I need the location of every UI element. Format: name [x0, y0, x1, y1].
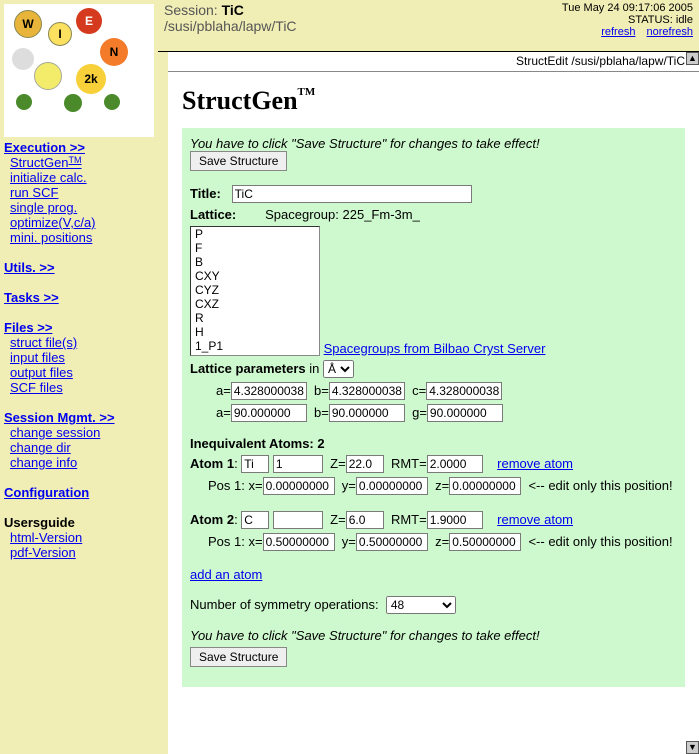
list-item[interactable]: CYZ	[191, 283, 319, 297]
atom1-y-input[interactable]	[356, 477, 428, 495]
atom2-x-input[interactable]	[263, 533, 335, 551]
nav-struct-files[interactable]: struct file(s)	[10, 335, 77, 350]
bilbao-link[interactable]: Spacegroups from Bilbao Cryst Server	[324, 341, 546, 356]
remove-atom1-link[interactable]: remove atom	[497, 456, 573, 471]
nav-structgen[interactable]: StructGenTM	[10, 155, 82, 170]
lattice-label: Lattice:	[190, 207, 236, 222]
nav-input-files[interactable]: input files	[10, 350, 65, 365]
symop-label: Number of symmetry operations:	[190, 597, 379, 612]
nav-change-info[interactable]: change info	[10, 455, 77, 470]
logo: W I E N 2k	[4, 4, 154, 137]
atom1-rmt-input[interactable]	[427, 455, 483, 473]
page-title: StructGenTM	[182, 86, 685, 116]
scroll-down-icon[interactable]: ▼	[686, 741, 699, 754]
refresh-link[interactable]: refresh	[601, 26, 635, 38]
atom1-label: Atom 1	[190, 456, 234, 471]
nav-output-files[interactable]: output files	[10, 365, 73, 380]
datetime: Tue May 24 09:17:06 2005	[562, 2, 693, 14]
lattice-listbox[interactable]: P F B CXY CYZ CXZ R H 1_P1	[190, 226, 320, 356]
nav-pdf-version[interactable]: pdf-Version	[10, 545, 76, 560]
symop-select[interactable]: 48	[386, 596, 456, 614]
notice-bottom: You have to click "Save Structure" for c…	[190, 628, 677, 643]
nav-scf-files[interactable]: SCF files	[10, 380, 63, 395]
nav-html-version[interactable]: html-Version	[10, 530, 82, 545]
nav-runscf[interactable]: run SCF	[10, 185, 58, 200]
atom2-num-input[interactable]	[273, 511, 323, 529]
nav-optimize[interactable]: optimize(V,c/a)	[10, 215, 96, 230]
nav-change-dir[interactable]: change dir	[10, 440, 71, 455]
sg-value: 225_Fm-3m_	[343, 207, 420, 222]
atom1-symbol-input[interactable]	[241, 455, 269, 473]
atom2-symbol-input[interactable]	[241, 511, 269, 529]
a-input[interactable]	[231, 382, 307, 400]
list-item[interactable]: P	[191, 227, 319, 241]
scroll-up-icon[interactable]: ▲	[686, 52, 699, 65]
list-item[interactable]: 1_P1	[191, 339, 319, 353]
breadcrumb: StructEdit /susi/pblaha/lapw/TiC	[168, 52, 699, 72]
nav-utils[interactable]: Utils. >>	[4, 260, 55, 275]
latparam-label: Lattice parameters	[190, 361, 306, 376]
form-panel: You have to click "Save Structure" for c…	[182, 128, 685, 687]
sg-label: Spacegroup:	[265, 207, 339, 222]
atom2-label: Atom 2	[190, 512, 234, 527]
nav-usersguide-label: Usersguide	[4, 515, 75, 530]
atom1-zpos-input[interactable]	[449, 477, 521, 495]
session-name: TiC	[222, 2, 244, 18]
title-input[interactable]	[232, 185, 472, 203]
list-item[interactable]: H	[191, 325, 319, 339]
add-atom-link[interactable]: add an atom	[190, 567, 262, 582]
nav-files[interactable]: Files >>	[4, 320, 52, 335]
list-item[interactable]: CXZ	[191, 297, 319, 311]
gamma-input[interactable]	[427, 404, 503, 422]
atom2-y-input[interactable]	[356, 533, 428, 551]
nav-execution[interactable]: Execution >>	[4, 140, 85, 155]
save-button-top[interactable]: Save Structure	[190, 151, 287, 171]
atom2-rmt-input[interactable]	[427, 511, 483, 529]
list-item[interactable]: B	[191, 255, 319, 269]
title-label: Title:	[190, 186, 221, 201]
main: StructGenTM You have to click "Save Stru…	[168, 72, 699, 754]
nav-config[interactable]: Configuration	[4, 485, 89, 500]
atom1-num-input[interactable]	[273, 455, 323, 473]
session-path: /susi/pblaha/lapw/TiC	[164, 18, 297, 34]
status-label: STATUS:	[628, 14, 673, 26]
nav-tasks[interactable]: Tasks >>	[4, 290, 59, 305]
edit-note: <-- edit only this position!	[528, 478, 672, 493]
remove-atom2-link[interactable]: remove atom	[497, 512, 573, 527]
topbar: Session: TiC /susi/pblaha/lapw/TiC Tue M…	[158, 0, 699, 52]
in-label: in	[309, 361, 319, 376]
nav-sessmgmt[interactable]: Session Mgmt. >>	[4, 410, 115, 425]
atom1-z-input[interactable]	[346, 455, 384, 473]
nav-change-session[interactable]: change session	[10, 425, 100, 440]
ineq-count: 2	[317, 436, 324, 451]
unit-select[interactable]: Å	[323, 360, 354, 378]
sidebar: W I E N 2k Execution >> StructGenTM init…	[0, 0, 158, 754]
nav-mini[interactable]: mini. positions	[10, 230, 92, 245]
edit-note-2: <-- edit only this position!	[528, 534, 672, 549]
nav-single[interactable]: single prog.	[10, 200, 77, 215]
c-input[interactable]	[426, 382, 502, 400]
status-value: idle	[676, 14, 693, 26]
ineq-label: Inequivalent Atoms:	[190, 436, 314, 451]
b-input[interactable]	[329, 382, 405, 400]
list-item[interactable]: F	[191, 241, 319, 255]
session-label: Session:	[164, 2, 218, 18]
list-item[interactable]: CXY	[191, 269, 319, 283]
beta-input[interactable]	[329, 404, 405, 422]
atom2-zpos-input[interactable]	[449, 533, 521, 551]
norefresh-link[interactable]: norefresh	[647, 26, 693, 38]
nav-init[interactable]: initialize calc.	[10, 170, 87, 185]
save-button-bottom[interactable]: Save Structure	[190, 647, 287, 667]
alpha-input[interactable]	[231, 404, 307, 422]
list-item[interactable]: R	[191, 311, 319, 325]
notice-top: You have to click "Save Structure" for c…	[190, 136, 677, 151]
atom1-x-input[interactable]	[263, 477, 335, 495]
atom2-z-input[interactable]	[346, 511, 384, 529]
